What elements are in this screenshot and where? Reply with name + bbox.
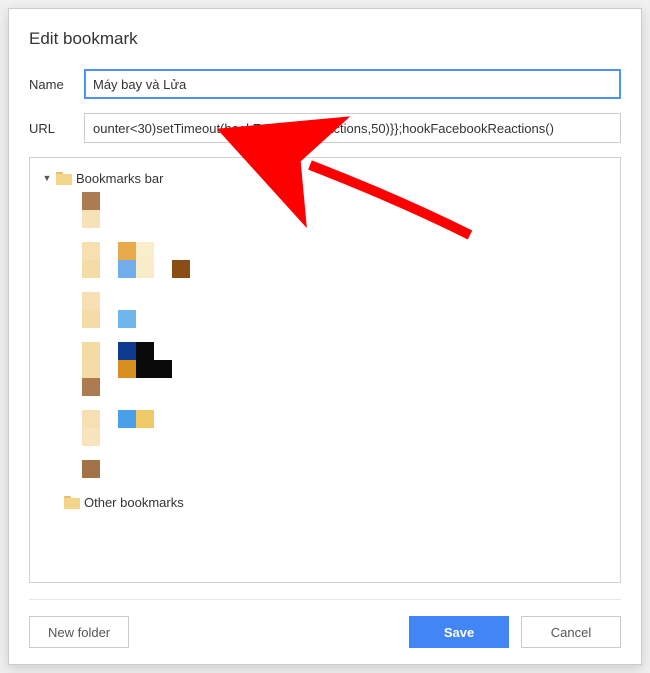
folder-tree[interactable]: ▼ Bookmarks bar Other bookmarks <box>29 157 621 583</box>
tree-label-other-bookmarks: Other bookmarks <box>84 495 184 510</box>
tree-node-other-bookmarks[interactable]: Other bookmarks <box>64 492 608 512</box>
new-folder-button[interactable]: New folder <box>29 616 129 648</box>
cancel-button[interactable]: Cancel <box>521 616 621 648</box>
name-input[interactable] <box>84 69 621 99</box>
tree-node-bookmarks-bar[interactable]: ▼ Bookmarks bar <box>42 168 608 188</box>
bookmarks-bar-children <box>42 192 608 478</box>
edit-bookmark-dialog: Edit bookmark Name URL ▼ Bookmarks bar O… <box>8 8 642 665</box>
folder-icon <box>64 496 80 509</box>
dialog-title: Edit bookmark <box>29 29 621 49</box>
list-item[interactable] <box>64 192 608 228</box>
list-item[interactable] <box>64 292 608 328</box>
list-item[interactable] <box>64 342 608 396</box>
name-label: Name <box>29 77 84 92</box>
list-item[interactable] <box>64 242 608 278</box>
url-input[interactable] <box>84 113 621 143</box>
tree-label-bookmarks-bar: Bookmarks bar <box>76 171 163 186</box>
save-button[interactable]: Save <box>409 616 509 648</box>
button-bar: New folder Save Cancel <box>29 599 621 648</box>
list-item[interactable] <box>64 460 608 478</box>
name-row: Name <box>29 69 621 99</box>
url-label: URL <box>29 121 84 136</box>
url-row: URL <box>29 113 621 143</box>
list-item[interactable] <box>64 410 608 446</box>
chevron-down-icon[interactable]: ▼ <box>42 173 52 183</box>
folder-icon <box>56 172 72 185</box>
